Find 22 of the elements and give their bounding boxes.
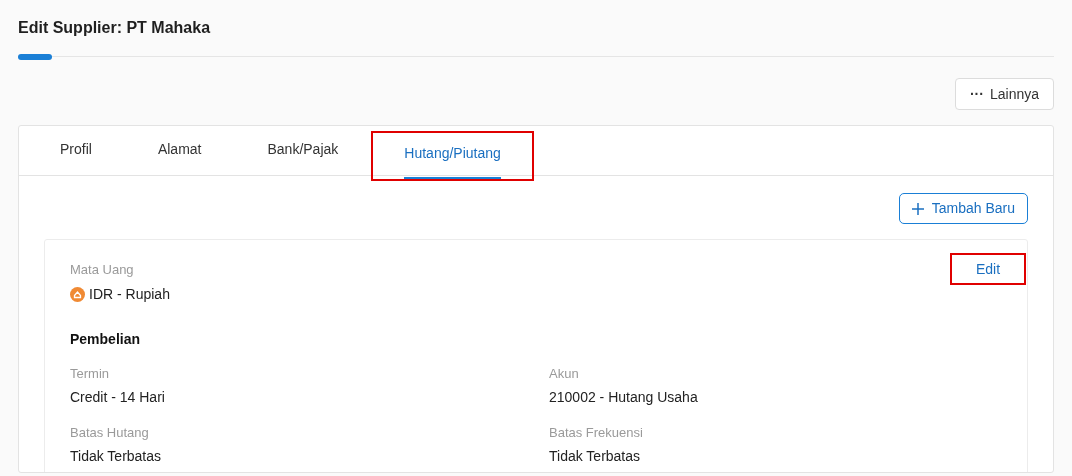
edit-button[interactable]: Edit [952,255,1024,283]
field-value: Tidak Terbatas [549,447,642,466]
field-label: Mata Uang [70,261,134,279]
plus-icon [911,202,924,215]
field-value: Tidak Terbatas [70,447,163,466]
section-title: Pembelian [70,330,142,349]
field-value: IDR - Rupiah [89,285,170,304]
tab[interactable]: Alamat [157,126,202,175]
field-value: Credit - 14 Hari [70,388,166,407]
coin-icon [70,287,85,302]
tab[interactable]: Bank/Pajak [267,126,339,175]
more-icon: ··· [969,87,984,101]
field-label: Termin [70,365,110,383]
field-value: 210002 - Hutang Usaha [549,388,699,407]
field-label: Akun [549,365,580,383]
add-new-button[interactable]: Tambah Baru [898,193,1028,224]
more-button[interactable]: ··· Lainnya [954,78,1054,110]
field-label: Batas Frekuensi [549,424,644,442]
field-label: Batas Hutang [70,424,150,442]
tab[interactable]: Hutang/Piutang [404,130,501,179]
tab[interactable]: Profil [60,126,92,175]
page-title: Edit Supplier: PT Mahaka [18,18,212,38]
